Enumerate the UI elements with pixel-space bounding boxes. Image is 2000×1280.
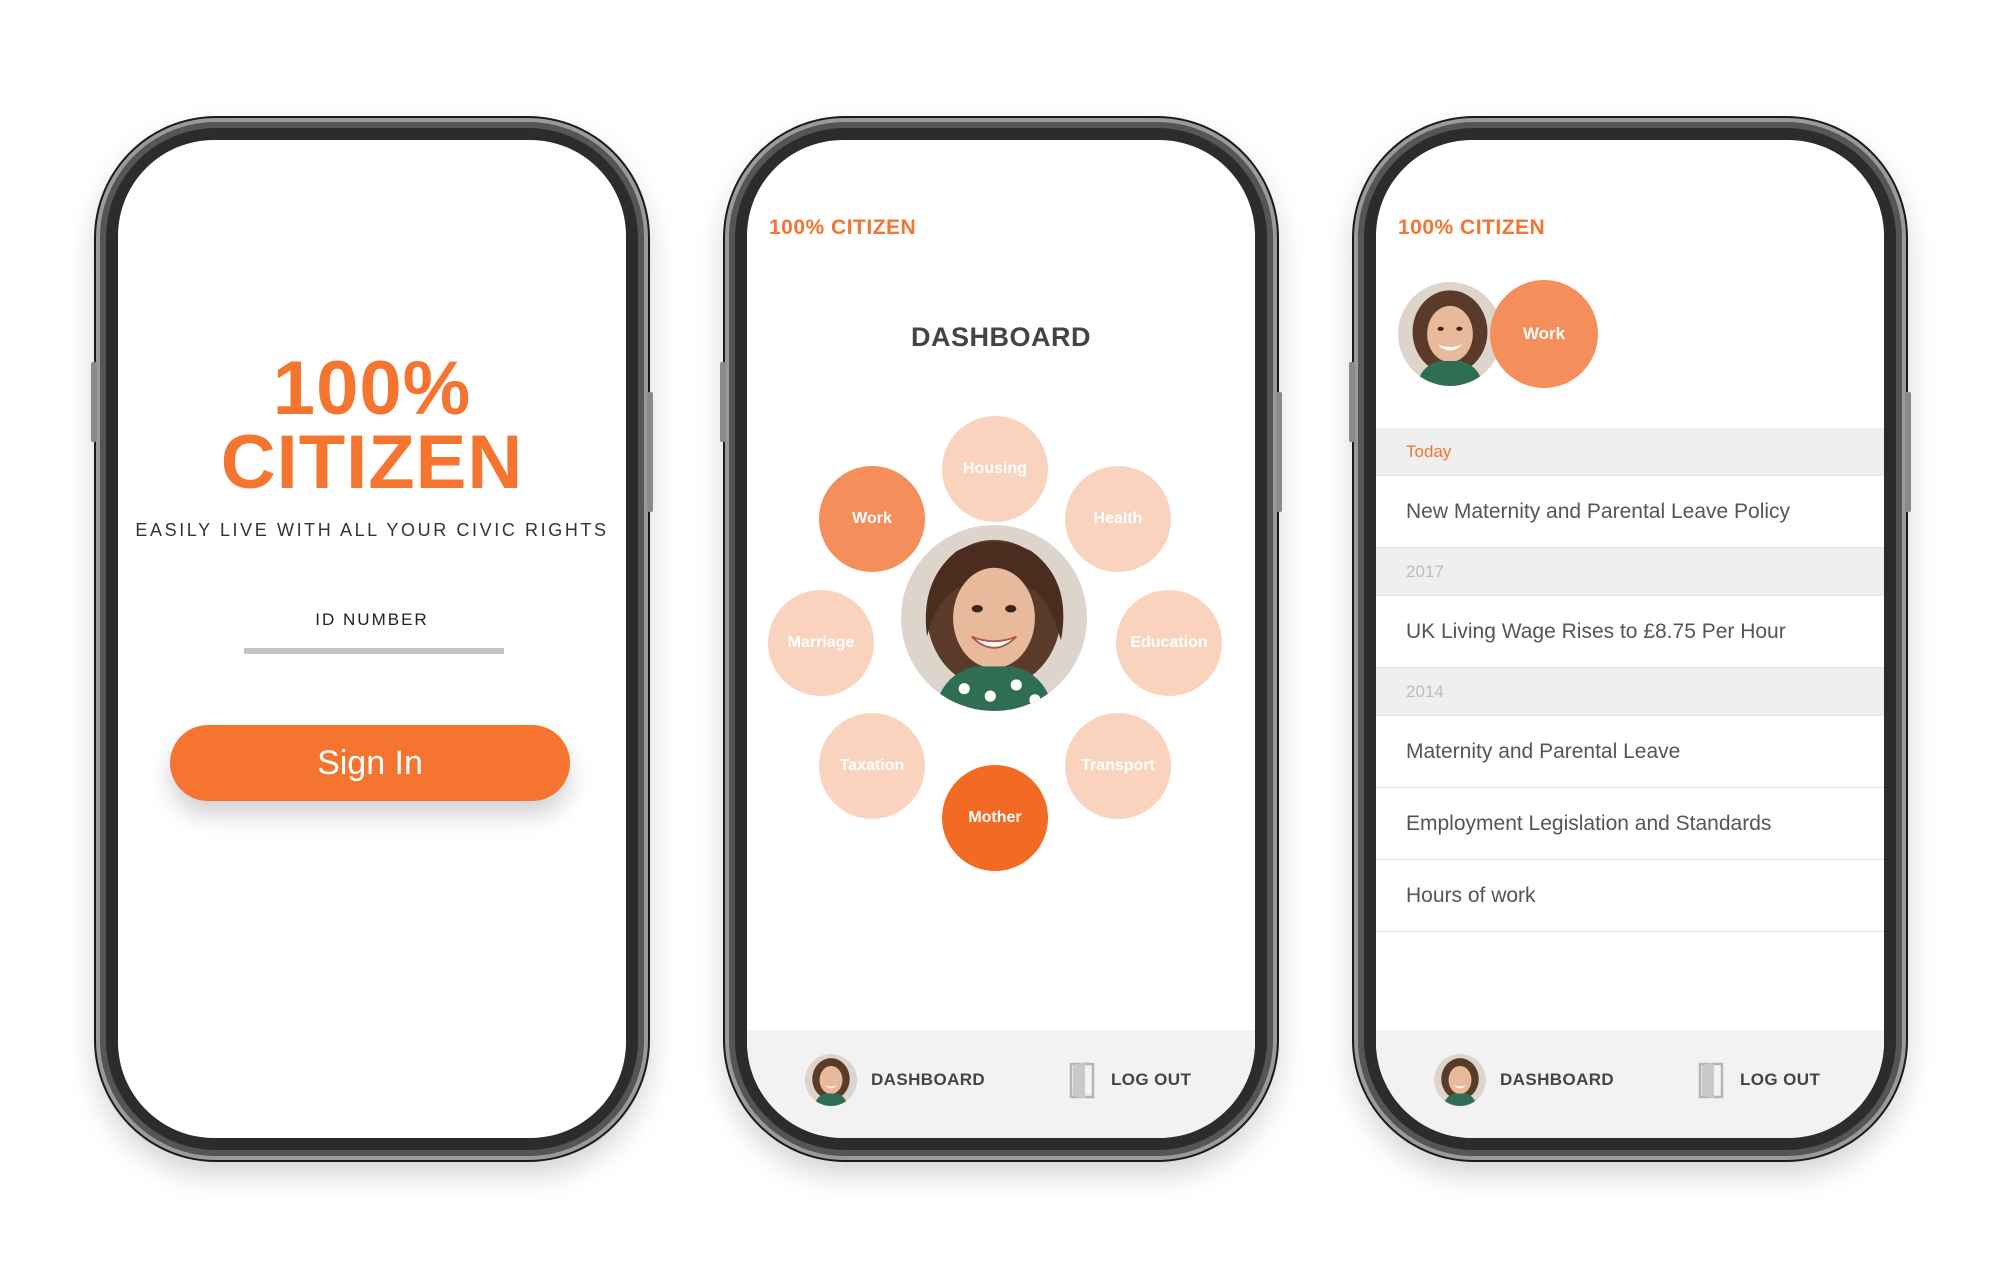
door-icon (1698, 1062, 1724, 1099)
logo-line-1: 100% (272, 346, 472, 431)
id-number-label: ID NUMBER (315, 610, 429, 629)
list-item[interactable]: Hours of work (1376, 860, 1884, 932)
dashboard-screen: 100% CITIZEN DASHBOARD Housing Health Ed… (747, 140, 1255, 1138)
phone-dashboard: 100% CITIZEN DASHBOARD Housing Health Ed… (720, 118, 1282, 1160)
list-item[interactable]: Maternity and Parental Leave (1376, 716, 1884, 788)
section-header-2017: 2017 (1376, 548, 1884, 596)
phone-signin: 100% CITIZEN EASILY LIVE WITH ALL YOUR C… (91, 118, 653, 1160)
news-list: Today New Maternity and Parental Leave P… (1376, 428, 1884, 932)
category-health[interactable]: Health (1065, 466, 1171, 572)
category-work-badge[interactable]: Work (1490, 280, 1598, 388)
logout-button[interactable]: LOG OUT (1069, 1052, 1191, 1108)
user-avatar-image (901, 525, 1087, 711)
user-avatar-image (1398, 282, 1502, 386)
bottom-nav: DASHBOARD LOG OUT (747, 1030, 1255, 1138)
section-header-today: Today (1376, 428, 1884, 476)
door-icon (1069, 1062, 1095, 1099)
nav-dashboard-label: DASHBOARD (871, 1070, 986, 1089)
category-work[interactable]: Work (819, 466, 925, 572)
app-title: 100% CITIZEN (1398, 216, 1546, 239)
work-screen: 100% CITIZEN Work Today New Maternity an… (1376, 140, 1884, 1138)
category-housing[interactable]: Housing (942, 416, 1048, 522)
category-transport[interactable]: Transport (1065, 713, 1171, 819)
category-mother[interactable]: Mother (942, 765, 1048, 871)
nav-dashboard-label: DASHBOARD (1500, 1070, 1615, 1089)
signin-screen: 100% CITIZEN EASILY LIVE WITH ALL YOUR C… (118, 140, 626, 1138)
sign-in-button[interactable]: Sign In (170, 725, 570, 801)
list-item[interactable]: UK Living Wage Rises to £8.75 Per Hour (1376, 596, 1884, 668)
category-taxation[interactable]: Taxation (819, 713, 925, 819)
app-title: 100% CITIZEN (769, 216, 917, 239)
bottom-nav: DASHBOARD LOG OUT (1376, 1030, 1884, 1138)
section-header-2014: 2014 (1376, 668, 1884, 716)
list-item[interactable]: New Maternity and Parental Leave Policy (1376, 476, 1884, 548)
phone-work: 100% CITIZEN Work Today New Maternity an… (1349, 118, 1911, 1160)
nav-dashboard-button[interactable]: DASHBOARD (1434, 1052, 1614, 1108)
logout-label: LOG OUT (1740, 1070, 1821, 1089)
user-avatar-small (1434, 1054, 1486, 1106)
page-title: DASHBOARD (911, 322, 1091, 352)
logout-label: LOG OUT (1111, 1070, 1192, 1089)
nav-dashboard-button[interactable]: DASHBOARD (805, 1052, 985, 1108)
list-item[interactable]: Employment Legislation and Standards (1376, 788, 1884, 860)
app-logo: 100% CITIZEN (118, 346, 626, 505)
id-number-input[interactable] (244, 648, 504, 654)
user-avatar[interactable] (1398, 282, 1502, 386)
user-avatar-small (805, 1054, 857, 1106)
user-avatar[interactable] (901, 525, 1087, 711)
logout-button[interactable]: LOG OUT (1698, 1052, 1820, 1108)
category-marriage[interactable]: Marriage (768, 590, 874, 696)
category-education[interactable]: Education (1116, 590, 1222, 696)
logo-line-2: CITIZEN (220, 420, 524, 505)
tagline: EASILY LIVE WITH ALL YOUR CIVIC RIGHTS (135, 520, 609, 540)
